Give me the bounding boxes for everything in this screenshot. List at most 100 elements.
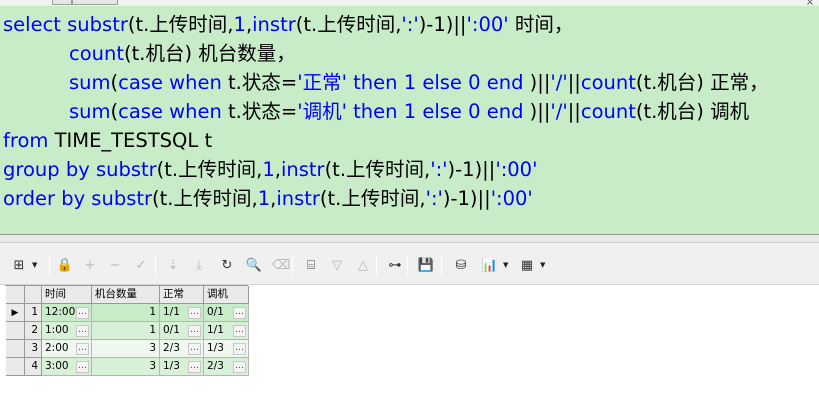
row-number[interactable]: 4 [25, 358, 42, 376]
cell-adjust[interactable]: 0/1 … [204, 304, 249, 322]
sql-token: ':' [425, 187, 443, 210]
sql-editor[interactable]: × select substr(t.上传时间,1,instr(t.上传时间,':… [0, 0, 819, 234]
ellipsis-button[interactable]: … [76, 361, 89, 373]
cell-time[interactable]: 1:00… [42, 322, 92, 340]
row-number[interactable]: 1 [25, 304, 42, 322]
fetch-next-button[interactable]: ⇣ [164, 257, 182, 275]
post-changes-button[interactable]: ✓ [132, 257, 150, 275]
close-icon[interactable]: × [803, 0, 817, 8]
row-number[interactable]: 2 [25, 322, 42, 340]
sql-token: (t.上传时间, [152, 187, 258, 210]
cell-time[interactable]: 2:00… [42, 340, 92, 358]
ellipsis-button[interactable]: … [233, 307, 246, 319]
sql-token: )-1)|| [418, 13, 467, 36]
editor-tab-strip: × [0, 0, 819, 8]
result-grid[interactable]: 时间 机台数量 正常 调机 ▶ 1 12:00… 1 1/1… 0/1… 2 1:00… 1 0/… [5, 285, 249, 376]
sql-line[interactable]: sum(case when t.状态='正常' then 1 else 0 en… [69, 68, 769, 97]
table-view-icon: ▦ [520, 258, 534, 273]
table-view-button[interactable]: ▦ [518, 257, 536, 275]
cell-adjust[interactable]: 1/3… [204, 340, 249, 358]
cell-time[interactable]: 3:00 … [42, 358, 92, 376]
column-header-normal[interactable]: 正常 [160, 286, 204, 304]
row-indicator[interactable] [6, 322, 25, 340]
add-record-button[interactable]: + [81, 257, 99, 275]
chevron-down-icon[interactable]: ▼ [540, 261, 545, 269]
ellipsis-button[interactable]: … [188, 325, 201, 337]
sql-line[interactable]: select substr(t.上传时间,1,instr(t.上传时间,':')… [3, 10, 573, 39]
database-icon: ⛁ [455, 258, 467, 273]
row-indicator[interactable] [6, 358, 25, 376]
chart-button[interactable]: 📊 [481, 257, 499, 275]
column-header-machine-count[interactable]: 机台数量 [92, 286, 160, 304]
cell-adjust[interactable]: 2/3… [204, 358, 249, 376]
sql-line[interactable]: group by substr(t.上传时间,1,instr(t.上传时间,':… [3, 155, 537, 184]
sql-token: 0 [468, 100, 481, 123]
ellipsis-button[interactable]: … [76, 325, 89, 337]
cell-time-text: 3:00 [45, 360, 69, 372]
ellipsis-button[interactable]: … [188, 307, 201, 319]
column-header-time[interactable]: 时间 [42, 286, 92, 304]
grid-layout-button[interactable]: ⊞ [10, 257, 28, 275]
sql-token: (t.上传时间, [127, 13, 234, 36]
ellipsis-button[interactable]: … [233, 325, 246, 337]
sql-token: 0 [468, 71, 481, 94]
table-row[interactable]: 2 1:00… 1 0/1… 1/1… [6, 322, 249, 340]
fetch-last-icon: ⤓ [196, 258, 202, 273]
cell-machine-count-text: 3 [149, 360, 156, 372]
chevron-down-icon[interactable]: ▼ [32, 261, 37, 269]
refresh-button[interactable]: ↻ [218, 257, 236, 275]
next-record-button[interactable]: ▽ [328, 257, 346, 275]
sql-token: instr [280, 158, 325, 181]
table-row[interactable]: 3 2:00… 3 2/3… 1/3… [6, 340, 249, 358]
delete-record-button[interactable]: − [106, 257, 124, 275]
query-by-example-button[interactable]: ⌸ [302, 257, 320, 275]
cell-normal[interactable]: 0/1… [160, 322, 204, 340]
sql-line[interactable]: from TIME_TESTSQL t [3, 126, 212, 155]
cell-normal[interactable]: 1/3… [160, 358, 204, 376]
splitter[interactable] [0, 234, 819, 243]
chevron-down-icon[interactable]: ▼ [503, 261, 508, 269]
table-row[interactable]: ▶ 1 12:00… 1 1/1… 0/1… [6, 304, 249, 322]
sql-token: end [480, 71, 530, 94]
editor-tab[interactable] [52, 0, 72, 5]
table-row[interactable]: 4 3:00 … 3 1/3… 2/3… [6, 358, 249, 376]
ellipsis-button[interactable]: … [188, 361, 201, 373]
sql-line[interactable]: count(t.机台) 机台数量， [69, 39, 296, 68]
ellipsis-button[interactable]: … [76, 307, 89, 319]
sql-token: count [69, 42, 125, 65]
ellipsis-button[interactable]: … [233, 361, 246, 373]
ellipsis-button[interactable]: … [188, 343, 201, 355]
find-button[interactable]: 🔍 [245, 257, 263, 275]
sql-line[interactable]: order by substr(t.上传时间,1,instr(t.上传时间,':… [3, 184, 533, 213]
post-changes-icon: ✓ [135, 258, 147, 273]
save-button[interactable]: 💾 [417, 257, 435, 275]
export-tree-button[interactable]: ⊶ [386, 257, 404, 275]
fetch-last-button[interactable]: ⤓ [190, 257, 208, 275]
cell-machine-count[interactable]: 1 [92, 304, 160, 322]
ellipsis-button[interactable]: … [233, 343, 246, 355]
row-number[interactable]: 3 [25, 340, 42, 358]
cell-machine-count[interactable]: 3 [92, 340, 160, 358]
grid-corner[interactable] [6, 286, 25, 304]
cell-adjust[interactable]: 1/1… [204, 322, 249, 340]
cell-machine-count[interactable]: 1 [92, 322, 160, 340]
row-indicator[interactable] [6, 340, 25, 358]
ellipsis-button[interactable]: … [76, 343, 89, 355]
cell-normal[interactable]: 1/1… [160, 304, 204, 322]
row-indicator[interactable]: ▶ [6, 304, 25, 322]
previous-record-button[interactable]: △ [354, 257, 372, 275]
sql-token: case when [118, 71, 229, 94]
clear-button[interactable]: ⌫ [272, 257, 290, 275]
cell-normal[interactable]: 2/3 … [160, 340, 204, 358]
cell-normal-text: 2/3 [163, 342, 180, 354]
column-header-adjust[interactable]: 调机 [204, 286, 249, 304]
lock-button[interactable]: 🔒 [56, 257, 74, 275]
database-button[interactable]: ⛁ [452, 257, 470, 275]
cell-adjust-text: 0/1 [207, 306, 224, 318]
sql-line[interactable]: sum(case when t.状态='调机' then 1 else 0 en… [69, 97, 749, 126]
cell-time[interactable]: 12:00… [42, 304, 92, 322]
cell-machine-count[interactable]: 3 [92, 358, 160, 376]
sql-token: 时间， [508, 13, 574, 36]
sql-token: 1 [403, 71, 417, 94]
editor-tab[interactable] [72, 0, 118, 5]
